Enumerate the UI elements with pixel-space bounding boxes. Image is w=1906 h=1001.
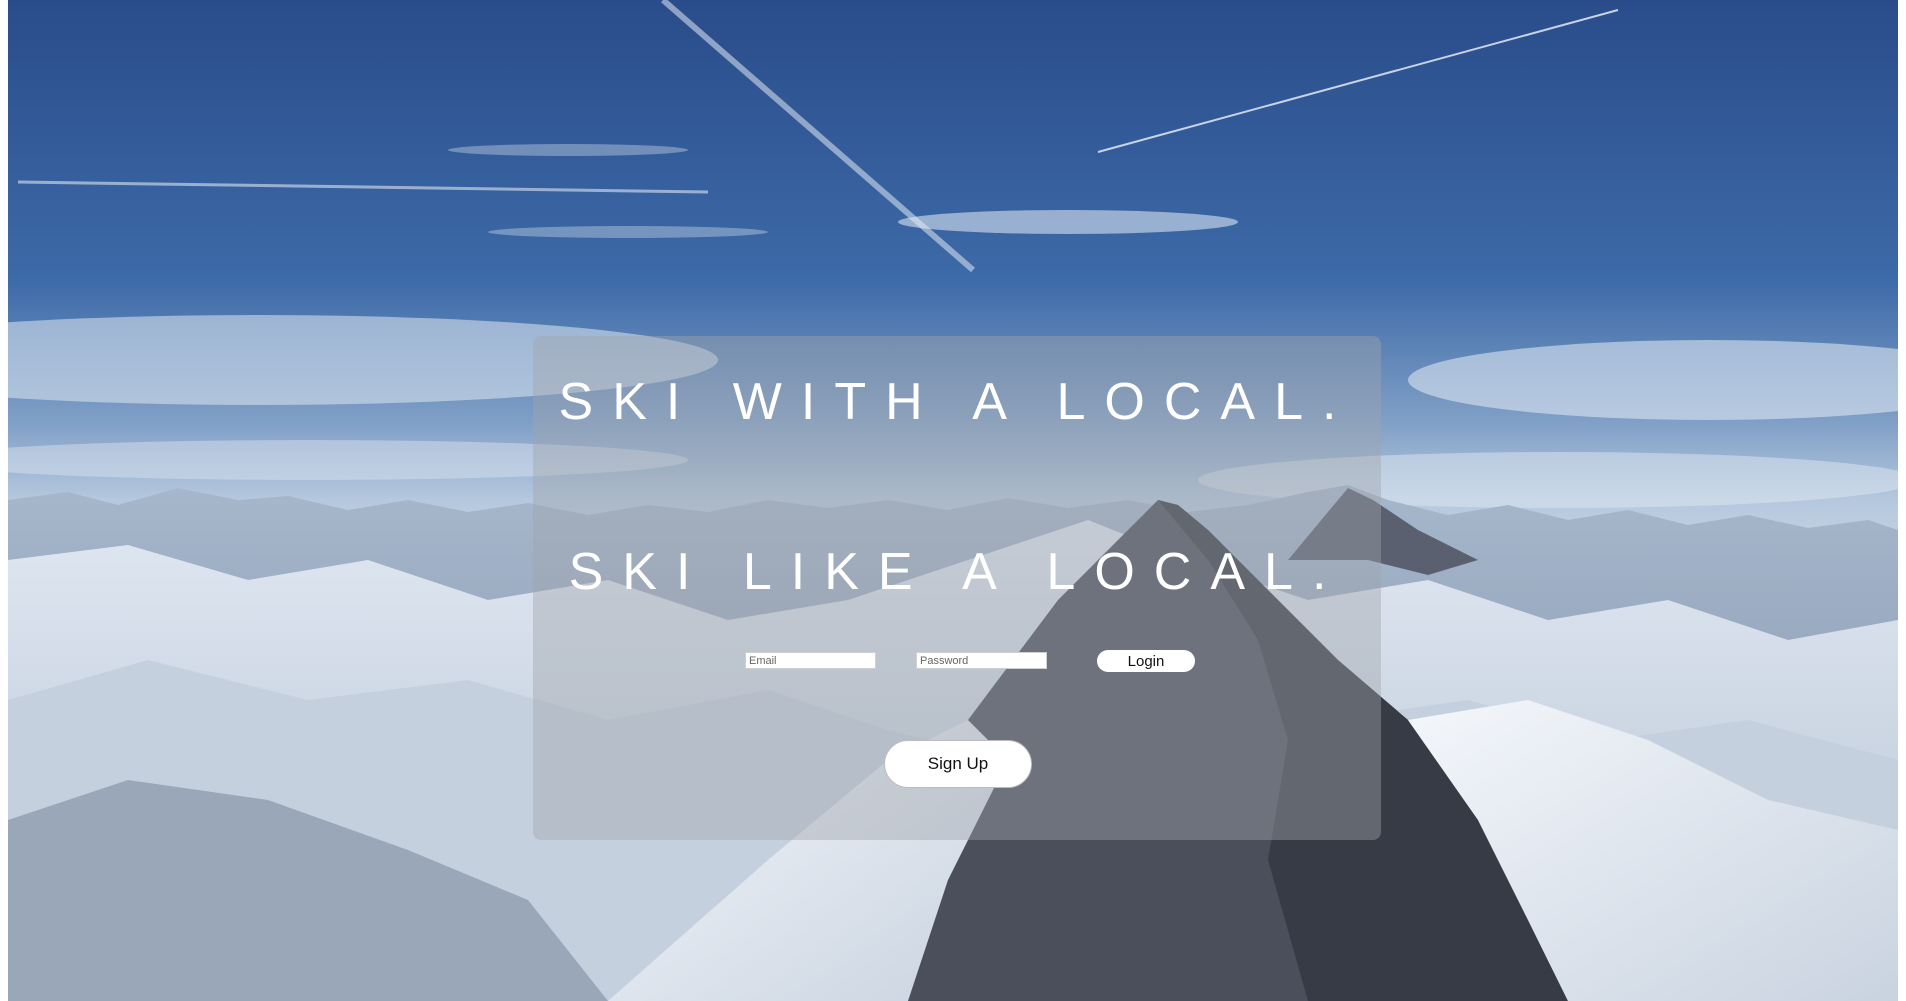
- password-input[interactable]: [916, 652, 1047, 669]
- hero-section: SKI WITH A LOCAL. SKI LIKE A LOCAL. Logi…: [8, 0, 1898, 1001]
- headline-ski-with-a-local: SKI WITH A LOCAL.: [558, 373, 1356, 431]
- login-panel: SKI WITH A LOCAL. SKI LIKE A LOCAL. Logi…: [533, 336, 1381, 840]
- login-button[interactable]: Login: [1097, 650, 1195, 672]
- email-input[interactable]: [745, 652, 876, 669]
- headline-ski-like-a-local: SKI LIKE A LOCAL.: [568, 543, 1346, 601]
- signup-button[interactable]: Sign Up: [884, 740, 1032, 788]
- page-viewport: SKI WITH A LOCAL. SKI LIKE A LOCAL. Logi…: [8, 0, 1898, 1001]
